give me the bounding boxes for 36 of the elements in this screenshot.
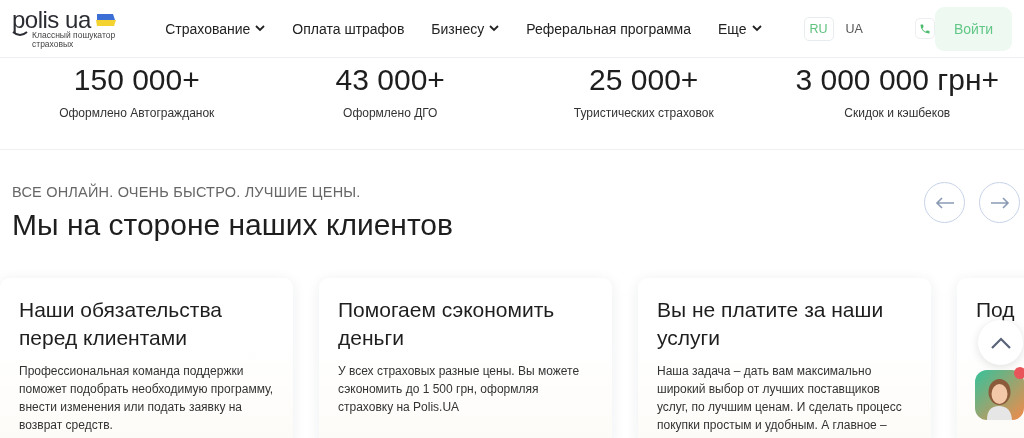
stat-label: Оформлено Автогражданок [59, 106, 215, 120]
nav-link[interactable]: Реферальная программа [526, 20, 691, 37]
card-title: Под [976, 297, 1016, 323]
logo-wordmark[interactable]: polis ua [12, 8, 91, 31]
nav-link[interactable]: Бизнесу [431, 20, 500, 37]
logo-tagline: Классный пошукатор страховых [32, 30, 117, 49]
nav-link[interactable]: Оплата штрафов [292, 20, 405, 37]
arrow-left-icon [934, 196, 955, 209]
stat-value: 25 000+ [589, 62, 699, 98]
card-text: Наша задача – дать вам максимально широкий выбор от лучших поставщиков услуг, по лучшим ценам. И сделать процесс покупки простым и удобным. А главное – [657, 363, 903, 434]
card-title: Наши обязательства перед клиентами [19, 297, 223, 351]
language-option[interactable]: UA [839, 16, 869, 41]
stat-value: 3 000 000 грн+ [795, 62, 999, 98]
next-button[interactable] [979, 182, 1020, 223]
section-eyebrow: ВСЕ ОНЛАЙН. ОЧЕНЬ БЫСТРО. ЛУЧШИЕ ЦЕНЫ. [12, 184, 362, 200]
flag-icon [94, 12, 117, 27]
stat-label: Туристических страховок [573, 106, 714, 120]
stat-value: 150 000+ [73, 62, 200, 98]
chevron-down-icon [255, 25, 266, 32]
arrow-right-icon [989, 196, 1010, 209]
card-text: У всех страховых разные цены. Вы можете сэкономить до 1 500 грн, оформляя страховку на Polis.UA [338, 363, 581, 416]
nav-link[interactable]: Еще [718, 20, 762, 37]
chat-button[interactable] [975, 370, 1024, 420]
card-title: Вы не платите за наши услуги [657, 297, 885, 351]
section-heading: Мы на стороне наших клиентов [12, 208, 453, 242]
card-text: Профессиональная команда поддержки поможет подобрать необходимую программу, внести изменения или подать заявку на возврат средств. [19, 363, 274, 434]
chevron-down-icon [751, 25, 762, 32]
stat-label: Скидок и кэшбеков [844, 106, 951, 120]
nav-link[interactable]: Страхование [165, 20, 266, 37]
previous-button[interactable] [924, 182, 965, 223]
phone-icon [919, 22, 931, 35]
stat-label: Оформлено ДГО [343, 106, 438, 120]
chevron-up-icon [990, 336, 1011, 349]
card-title: Помогаем сэкономить деньги [338, 297, 556, 351]
chevron-down-icon [489, 25, 500, 32]
stat-value: 43 000+ [335, 62, 445, 98]
